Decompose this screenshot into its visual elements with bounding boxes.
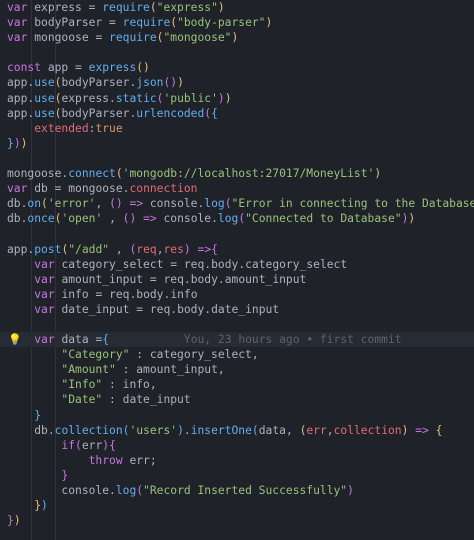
code-line-10[interactable]: }))	[0, 136, 474, 151]
code-line-11[interactable]	[0, 151, 474, 166]
code-line-12[interactable]: mongoose.connect('mongodb://localhost:27…	[0, 166, 474, 181]
code-line-8[interactable]: app.use(bodyParser.urlencoded({	[0, 106, 474, 121]
code-line-22[interactable]	[0, 317, 474, 332]
code-line-35[interactable]: })	[0, 513, 474, 528]
code-line-9[interactable]: extended:true	[0, 121, 474, 136]
code-line-6[interactable]: app.use(bodyParser.json())	[0, 75, 474, 90]
code-line-13[interactable]: var db = mongoose.connection	[0, 181, 474, 196]
code-line-34[interactable]: })	[0, 498, 474, 513]
lightbulb-icon[interactable]: 💡	[8, 334, 22, 345]
code-line-18[interactable]: var category_select = req.body.category_…	[0, 257, 474, 272]
code-line-28[interactable]: }	[0, 408, 474, 423]
code-line-29[interactable]: db.collection('users').insertOne(data, (…	[0, 423, 474, 438]
code-editor[interactable]: var express = require("express") var bod…	[0, 0, 474, 540]
code-line-25[interactable]: "Amount" : amount_input,	[0, 362, 474, 377]
code-line-26[interactable]: "Info" : info,	[0, 377, 474, 392]
code-line-5[interactable]: const app = express()	[0, 60, 474, 75]
code-line-19[interactable]: var amount_input = req.body.amount_input	[0, 272, 474, 287]
code-line-1[interactable]: var express = require("express")	[0, 0, 474, 15]
code-line-30[interactable]: if(err){	[0, 438, 474, 453]
code-line-7[interactable]: app.use(express.static('public'))	[0, 91, 474, 106]
code-line-2[interactable]: var bodyParser = require("body-parser")	[0, 15, 474, 30]
code-line-16[interactable]	[0, 226, 474, 241]
code-line-33[interactable]: console.log("Record Inserted Successfull…	[0, 483, 474, 498]
code-line-17[interactable]: app.post("/add" , (req,res) =>{	[0, 242, 474, 257]
code-line-3[interactable]: var mongoose = require("mongoose")	[0, 30, 474, 45]
code-line-31[interactable]: throw err;	[0, 453, 474, 468]
git-blame-annotation: You, 23 hours ago • first commit	[183, 333, 402, 347]
code-line-21[interactable]: var date_input = req.body.date_input	[0, 302, 474, 317]
code-line-15[interactable]: db.once('open' , () => console.log("Conn…	[0, 211, 474, 226]
code-line-27[interactable]: "Date" : date_input	[0, 392, 474, 407]
code-line-24[interactable]: "Category" : category_select,	[0, 347, 474, 362]
code-line-20[interactable]: var info = req.body.info	[0, 287, 474, 302]
code-line-32[interactable]: }	[0, 468, 474, 483]
code-line-14[interactable]: db.on('error', () => console.log("Error …	[0, 196, 474, 211]
code-line-23[interactable]: 💡 var data ={ You, 23 hours ago • first …	[0, 332, 474, 348]
code-line-4[interactable]	[0, 45, 474, 60]
